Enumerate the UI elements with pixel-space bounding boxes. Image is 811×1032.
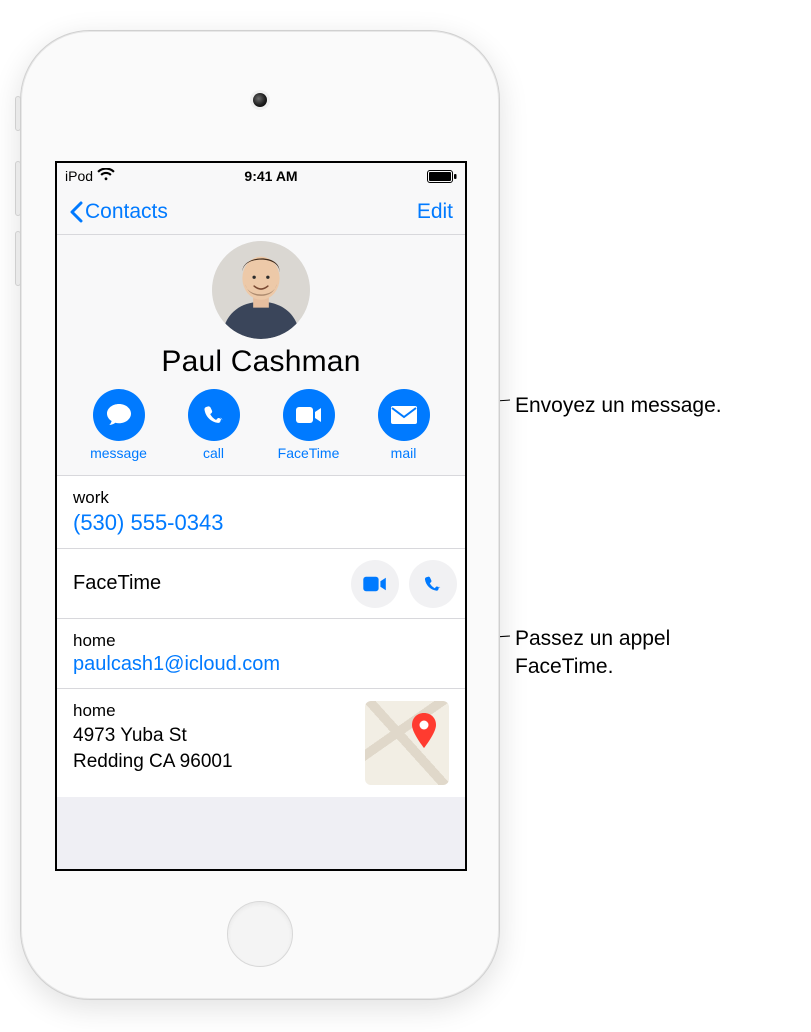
phone-icon bbox=[201, 402, 227, 428]
volume-down-button bbox=[15, 231, 21, 286]
email-row[interactable]: home paulcash1@icloud.com bbox=[57, 619, 465, 689]
address-row[interactable]: home 4973 Yuba St Redding CA 96001 bbox=[57, 689, 465, 797]
mail-icon bbox=[390, 405, 418, 425]
facetime-label: FaceTime bbox=[73, 572, 341, 595]
carrier-label: iPod bbox=[65, 168, 93, 184]
screen: iPod 9:41 AM Contacts Edit bbox=[55, 161, 467, 871]
contact-name: Paul Cashman bbox=[57, 345, 465, 379]
phone-label: work bbox=[73, 488, 449, 508]
avatar[interactable] bbox=[212, 241, 310, 339]
volume-up-button bbox=[15, 161, 21, 216]
home-button[interactable] bbox=[227, 901, 293, 967]
video-icon bbox=[362, 575, 388, 593]
phone-number[interactable]: (530) 555-0343 bbox=[73, 510, 449, 536]
chevron-left-icon bbox=[69, 201, 83, 223]
address-line2: Redding CA 96001 bbox=[73, 749, 353, 775]
map-pin-icon bbox=[411, 713, 437, 749]
nav-bar: Contacts Edit bbox=[57, 189, 465, 235]
map-thumbnail[interactable] bbox=[365, 701, 449, 785]
action-label: message bbox=[90, 445, 147, 461]
video-icon bbox=[295, 405, 323, 425]
email-label: home bbox=[73, 631, 449, 651]
action-label: call bbox=[203, 445, 224, 461]
contact-header: Paul Cashman message call bbox=[57, 235, 465, 476]
edit-button[interactable]: Edit bbox=[417, 200, 453, 224]
device-frame: iPod 9:41 AM Contacts Edit bbox=[20, 30, 500, 1000]
facetime-audio-button[interactable] bbox=[409, 560, 457, 608]
facetime-button[interactable]: FaceTime bbox=[269, 389, 349, 461]
wifi-icon bbox=[97, 168, 115, 184]
power-button bbox=[15, 96, 21, 131]
address-label: home bbox=[73, 701, 353, 721]
action-label: FaceTime bbox=[278, 445, 340, 461]
phone-row[interactable]: work (530) 555-0343 bbox=[57, 476, 465, 549]
phone-icon bbox=[422, 573, 444, 595]
back-label: Contacts bbox=[85, 200, 168, 224]
back-button[interactable]: Contacts bbox=[69, 200, 168, 224]
address-line1: 4973 Yuba St bbox=[73, 723, 353, 749]
email-address[interactable]: paulcash1@icloud.com bbox=[73, 653, 449, 676]
message-icon bbox=[105, 401, 133, 429]
mail-button[interactable]: mail bbox=[364, 389, 444, 461]
facetime-video-button[interactable] bbox=[351, 560, 399, 608]
facetime-row: FaceTime bbox=[57, 549, 465, 619]
details-section: work (530) 555-0343 FaceTime home paulca… bbox=[57, 476, 465, 797]
status-bar: iPod 9:41 AM bbox=[57, 163, 465, 189]
battery-icon bbox=[427, 170, 457, 183]
front-camera bbox=[253, 93, 267, 107]
callout-facetime: Passez un appel FaceTime. bbox=[515, 625, 670, 682]
action-label: mail bbox=[391, 445, 417, 461]
clock: 9:41 AM bbox=[244, 168, 297, 184]
call-button[interactable]: call bbox=[174, 389, 254, 461]
actions-row: message call FaceTime bbox=[57, 389, 465, 461]
callout-message: Envoyez un message. bbox=[515, 392, 722, 420]
message-button[interactable]: message bbox=[79, 389, 159, 461]
